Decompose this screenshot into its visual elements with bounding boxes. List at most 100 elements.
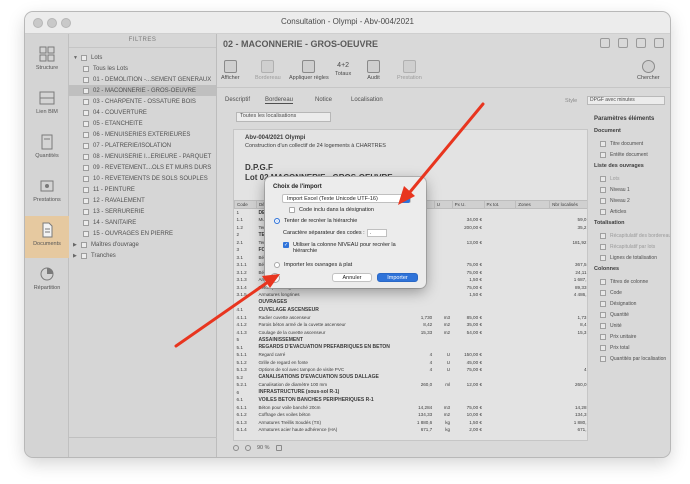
chevron-right-icon[interactable]: ▶ [73, 253, 81, 259]
table-cell [516, 351, 550, 359]
tree-item-lot[interactable]: 11 - PEINTURE [69, 184, 216, 195]
parameters-item[interactable]: Lots [594, 173, 668, 184]
tree-item-lot[interactable]: 09 - REVETEMENT....OLS ET MURS DURS [69, 162, 216, 173]
tree-item-lot[interactable]: 15 - OUVRAGES EN PIERRE [69, 228, 216, 239]
tree-item-lot[interactable]: 08 - MENUISERIE I...ERIEURE - PARQUET [69, 151, 216, 162]
tree-item-lot-selected[interactable]: 02 - MACONNERIE - GROS-OEUVRE [69, 85, 216, 96]
document-icon [83, 219, 89, 226]
export-icon[interactable] [618, 38, 628, 48]
parameters-item[interactable]: Unité [594, 320, 668, 331]
bordereau-button[interactable]: Bordereau [255, 60, 281, 81]
table-cell: m2 [443, 412, 451, 418]
rail-prestations[interactable]: Prestations [25, 172, 69, 214]
tab-descriptif[interactable]: Descriptif [225, 97, 250, 103]
parameters-item[interactable]: Lignes de totalisation [594, 252, 668, 263]
utiliser-niveau-checkbox[interactable]: ✓ Utiliser la colonne NIVEAU pour recrée… [283, 242, 413, 254]
chevron-down-icon[interactable]: ▼ [73, 55, 81, 61]
parameters-item[interactable]: Titre document [594, 138, 668, 149]
page-icon[interactable] [275, 445, 282, 451]
print-icon[interactable] [600, 38, 610, 48]
importer-plat-radio[interactable]: Importer les ouvrages à plat [274, 262, 352, 268]
rail-lien-bim[interactable]: Lien BIM [25, 84, 69, 126]
add-icon[interactable] [654, 38, 664, 48]
parameters-item[interactable]: Code [594, 287, 668, 298]
parameters-item[interactable]: Récapitulatif des bordereaux [594, 230, 670, 241]
prestation-button[interactable]: Prestation [397, 60, 422, 81]
tree-item-lot[interactable]: 03 - CHARPENTE - OSSATURE BOIS [69, 96, 216, 107]
code-inclus-checkbox[interactable]: Code inclu dans la désignation [289, 207, 374, 213]
style-select[interactable]: DPGF avec minutes [587, 96, 665, 105]
parameters-item[interactable]: Articles [594, 206, 668, 217]
tree-item-lot[interactable]: 05 - ETANCHEITE [69, 118, 216, 129]
localisation-filter[interactable]: Toutes les localisations [236, 112, 331, 122]
parameters-section-title[interactable]: Liste des ouvrages [594, 163, 668, 173]
tree-item-lot[interactable]: 04 - COUVERTURE [69, 107, 216, 118]
help-button[interactable]: ? [270, 273, 280, 283]
tree-item-lot[interactable]: 10 - REVETEMENTS DE SOLS SOUPLES [69, 173, 216, 184]
table-cell: Radier cuvette ascenseur [258, 314, 311, 320]
rail-quantites[interactable]: Quantités [25, 128, 69, 170]
parameters-item[interactable]: Niveau 2 [594, 195, 668, 206]
audit-button[interactable]: Audit [367, 60, 380, 81]
import-format-select[interactable]: Import Excel (Texte Unicode UTF-16) ⇕ [282, 194, 411, 203]
zoom-in-icon[interactable] [245, 445, 251, 451]
import-button[interactable]: Importer [377, 273, 418, 282]
zoom-level[interactable]: 90 % [257, 445, 270, 451]
code-inclus-label: Code inclu dans la désignation [299, 207, 374, 213]
tab-localisation[interactable]: Localisation [351, 97, 383, 103]
tree-item-lot[interactable]: 07 - PLATRERIE/ISOLATION [69, 140, 216, 151]
tree-item-lot[interactable]: 01 - DEMOLITION -...SEMENT GENERAUX [69, 74, 216, 85]
table-row: 5 ASSAINISSEMENT [235, 336, 588, 344]
cancel-button[interactable]: Annuler [332, 273, 372, 282]
table-cell [434, 291, 452, 299]
document-icon [83, 98, 89, 105]
checkbox-checked-icon[interactable]: ✓ [283, 242, 289, 248]
table-cell: REGARDS D'EVACUATION PREFABRIQUES EN BET… [258, 344, 390, 351]
separateur-input[interactable]: . [367, 229, 387, 237]
chevron-updown-icon[interactable]: ⇕ [401, 194, 410, 203]
chercher-button[interactable]: Chercher [637, 60, 660, 81]
parameters-item[interactable]: Quantités par localisation [594, 353, 668, 364]
table-cell: 367,5 [575, 262, 587, 268]
zoom-out-icon[interactable] [233, 445, 239, 451]
tab-bordereau[interactable]: Bordereau [265, 97, 294, 104]
tree-item-lots[interactable]: ▼ Lots [69, 52, 216, 63]
tree-item-lot[interactable]: 06 - MENUISERIES EXTERIEURES [69, 129, 216, 140]
radio-icon[interactable] [274, 262, 280, 268]
rail-structure[interactable]: Structure [25, 40, 69, 82]
parameters-item[interactable]: Prix unitaire [594, 331, 668, 342]
radio-selected-icon[interactable] [274, 218, 280, 224]
checkbox-box[interactable] [289, 207, 295, 213]
tenter-hierarchie-radio[interactable]: Tenter de recréer la hiérarchie [274, 218, 357, 224]
parameters-item[interactable]: Désignation [594, 298, 668, 309]
parameters-item[interactable]: Niveau 1 [594, 184, 668, 195]
rail-repartition[interactable]: Répartition [25, 260, 69, 302]
parameters-item[interactable]: Entête document [594, 149, 668, 160]
tree-item-lot[interactable]: Tous les Lots [69, 63, 216, 74]
rail-documents[interactable]: Documents [25, 216, 69, 258]
parameters-item[interactable]: Quantité [594, 309, 668, 320]
tree-item-lot[interactable]: 12 - RAVALEMENT [69, 195, 216, 206]
chevron-right-icon[interactable]: ▶ [73, 242, 81, 248]
table-cell [452, 374, 484, 382]
tree-item-lot[interactable]: 14 - SANITAIRE [69, 217, 216, 228]
utiliser-niveau-label: Utiliser la colonne NIVEAU pour recréer … [293, 242, 396, 254]
tree-item-tranches[interactable]: ▶ Tranches [69, 250, 216, 261]
table-cell [452, 344, 484, 352]
appliquer-regles-button[interactable]: Appliquer règles [289, 60, 329, 81]
parameters-section-title[interactable]: Totalisation [594, 220, 668, 230]
parameters-section-title[interactable]: Colonnes [594, 266, 668, 276]
parameters-item[interactable]: Titres de colonne [594, 276, 668, 287]
totaux-button[interactable]: 4+2 Totaux [335, 60, 351, 77]
afficher-button[interactable]: Afficher [221, 60, 240, 81]
parameters-section-title[interactable]: Document [594, 128, 668, 138]
table-cell [484, 239, 516, 247]
parameters-item[interactable]: Récapitulatif par lots [594, 241, 668, 252]
tree-item-maitres[interactable]: ▶ Maîtres d'ouvrage [69, 239, 216, 250]
tab-notice[interactable]: Notice [315, 97, 332, 103]
table-cell: 200,00 € [464, 224, 482, 230]
element-icon [600, 322, 606, 329]
tree-item-lot[interactable]: 13 - SERRURERIE [69, 206, 216, 217]
settings-icon[interactable] [636, 38, 646, 48]
parameters-item[interactable]: Prix total [594, 342, 668, 353]
